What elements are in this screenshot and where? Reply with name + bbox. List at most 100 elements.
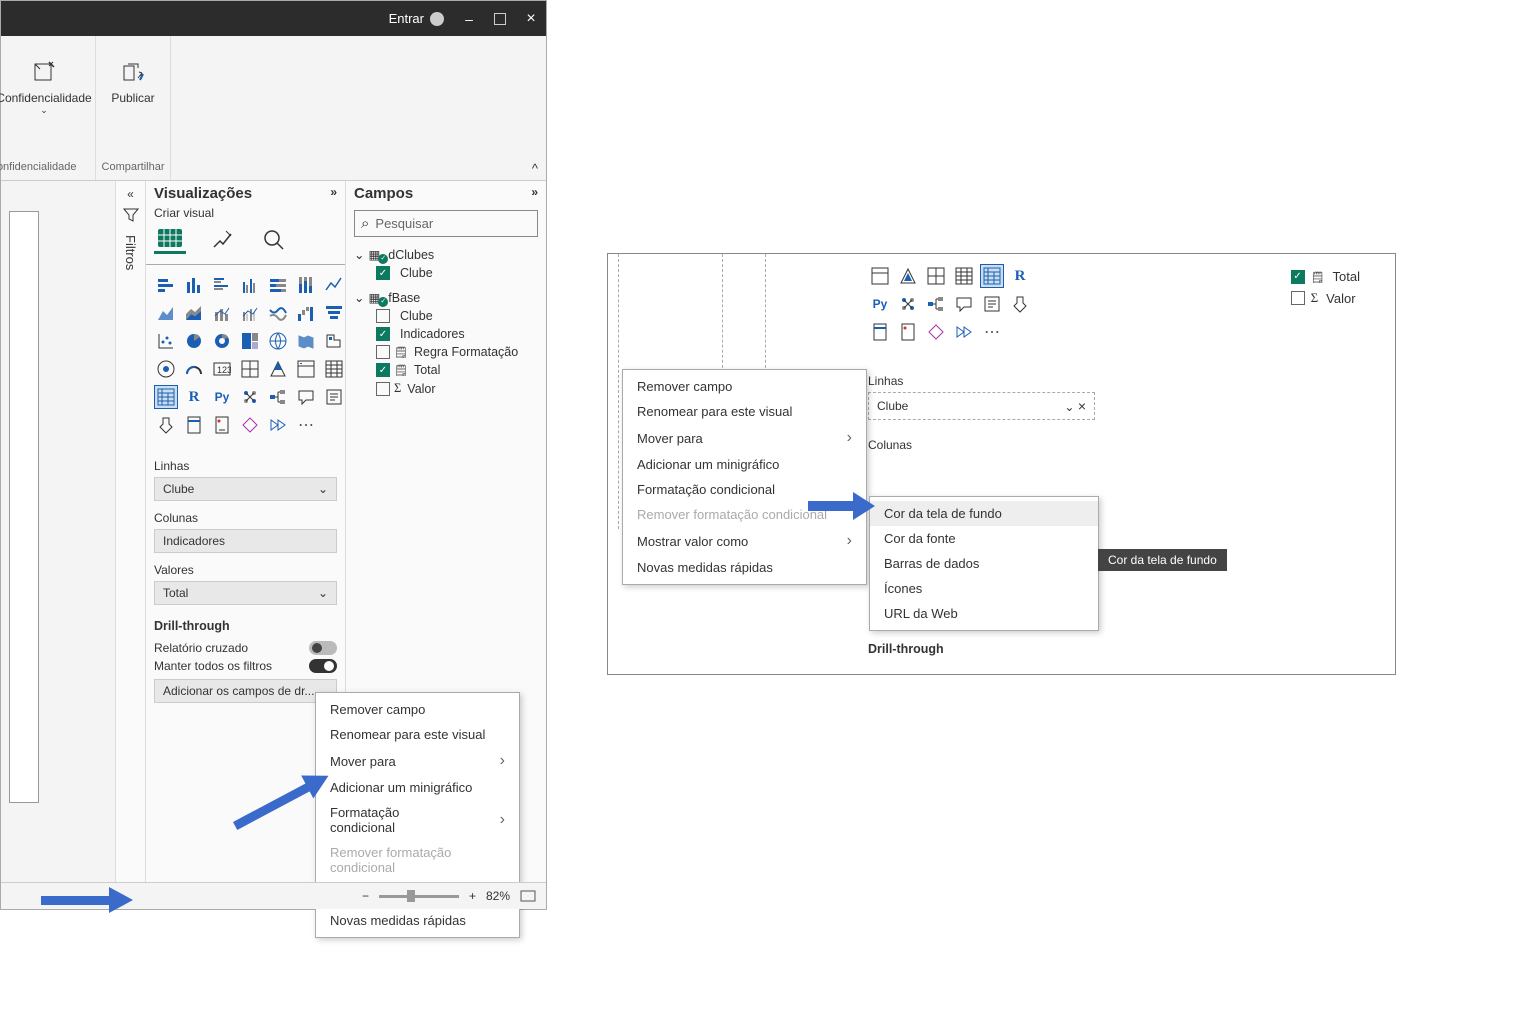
viz-automate[interactable] (952, 320, 976, 344)
ctx-mover[interactable]: Mover para (316, 747, 519, 775)
viz-treemap[interactable] (238, 329, 262, 353)
ctx-minigraf[interactable]: Adicionar um minigráfico (623, 452, 866, 477)
viz-card[interactable]: 123 (210, 357, 234, 381)
ctx-formcond[interactable]: Formatação condicional (623, 477, 866, 502)
viz-area[interactable] (154, 301, 178, 325)
ctx-cor-fonte[interactable]: Cor da fonte (870, 526, 1098, 551)
valores-well[interactable]: Total ⌄ (154, 581, 337, 605)
report-cross-toggle[interactable] (309, 641, 337, 655)
viz-scatter[interactable] (154, 329, 178, 353)
linhas-well[interactable]: Clube ⌄ × (868, 392, 1095, 420)
viz-stacked-bar[interactable] (154, 273, 178, 297)
viz-powerapps[interactable] (924, 320, 948, 344)
viz-line-stacked[interactable] (210, 301, 234, 325)
viz-paginated[interactable] (868, 320, 892, 344)
chevron-right-icon[interactable]: » (531, 185, 538, 202)
viz-slicer[interactable] (868, 264, 892, 288)
field-regra[interactable]: Regra Formatação (354, 343, 538, 361)
checkbox-icon[interactable] (376, 363, 390, 377)
minimize-button[interactable]: – (462, 11, 476, 27)
ctx-barras[interactable]: Barras de dados (870, 551, 1098, 576)
filters-pane-collapsed[interactable]: « Filtros (116, 181, 146, 882)
field-indicadores[interactable]: Indicadores (354, 325, 538, 343)
viz-donut[interactable] (210, 329, 234, 353)
ctx-cor-fundo[interactable]: Cor da tela de fundo (870, 501, 1098, 526)
viz-kpi[interactable] (266, 357, 290, 381)
checkbox-icon[interactable] (376, 266, 390, 280)
tree-fbase[interactable]: ⌄ fBase (354, 288, 538, 307)
viz-r-script[interactable]: R (1008, 264, 1032, 288)
field-total[interactable]: Total (1291, 266, 1360, 287)
viz-python[interactable]: Py (210, 385, 234, 409)
colunas-well[interactable]: Indicadores (154, 529, 337, 553)
viz-funnel[interactable] (322, 301, 346, 325)
viz-powerapps[interactable] (238, 413, 262, 437)
checkbox-icon[interactable] (376, 309, 390, 323)
ctx-icones[interactable]: Ícones (870, 576, 1098, 601)
viz-clustered-column[interactable] (238, 273, 262, 297)
linhas-well[interactable]: Clube ⌄ (154, 477, 337, 501)
viz-100-bar[interactable] (266, 273, 290, 297)
fit-to-page-button[interactable] (520, 890, 536, 902)
signin-button[interactable]: Entrar (389, 11, 444, 26)
viz-arcgis[interactable] (210, 413, 234, 437)
viz-multi-card[interactable] (924, 264, 948, 288)
chevron-right-icon[interactable]: » (330, 185, 337, 202)
field-clube2[interactable]: Clube (354, 307, 538, 325)
ctx-remover[interactable]: Remover campo (316, 697, 519, 722)
zoom-out-button[interactable]: − (362, 889, 369, 903)
viz-more[interactable]: ⋯ (294, 413, 318, 437)
field-valor[interactable]: Valor (1291, 287, 1360, 309)
viz-line[interactable] (322, 273, 346, 297)
ctx-novas[interactable]: Novas medidas rápidas (316, 908, 519, 933)
viz-slicer[interactable] (294, 357, 318, 381)
remove-x-icon[interactable]: × (1078, 398, 1086, 414)
viz-ribbon[interactable] (266, 301, 290, 325)
viz-python[interactable]: Py (868, 292, 892, 316)
viz-r-script[interactable]: R (182, 385, 206, 409)
viz-pie[interactable] (182, 329, 206, 353)
chevron-down-icon[interactable]: ⌄ (318, 586, 328, 600)
field-total[interactable]: Total (354, 361, 538, 379)
viz-clustered-bar[interactable] (210, 273, 234, 297)
checkbox-icon[interactable] (376, 382, 390, 396)
checkbox-icon[interactable] (376, 345, 390, 359)
viz-goals[interactable] (1008, 292, 1032, 316)
tab-build[interactable] (154, 226, 186, 254)
viz-stacked-column[interactable] (182, 273, 206, 297)
viz-map[interactable] (266, 329, 290, 353)
viz-filled-map[interactable] (294, 329, 318, 353)
ctx-remover[interactable]: Remover campo (623, 374, 866, 399)
viz-goals[interactable] (154, 413, 178, 437)
viz-matrix[interactable] (980, 264, 1004, 288)
viz-qa[interactable] (294, 385, 318, 409)
viz-narrative[interactable] (980, 292, 1004, 316)
viz-arcgis[interactable] (896, 320, 920, 344)
viz-decomposition[interactable] (266, 385, 290, 409)
viz-qa[interactable] (952, 292, 976, 316)
viz-line-clustered[interactable] (238, 301, 262, 325)
tab-analytics[interactable] (258, 226, 290, 254)
viz-multi-card[interactable] (238, 357, 262, 381)
chevron-down-icon[interactable]: ⌄ (318, 482, 328, 496)
ctx-renomear[interactable]: Renomear para este visual (623, 399, 866, 424)
checkbox-icon[interactable] (1291, 291, 1305, 305)
viz-stacked-area[interactable] (182, 301, 206, 325)
viz-matrix[interactable] (154, 385, 178, 409)
viz-shape-map[interactable] (322, 329, 346, 353)
confidentiality-button[interactable]: Confidencialidade ⌄ (0, 56, 92, 116)
viz-narrative[interactable] (322, 385, 346, 409)
tree-dclubes[interactable]: ⌄ dClubes (354, 245, 538, 264)
ctx-minigraf[interactable]: Adicionar um minigráfico (316, 775, 519, 800)
tab-format[interactable] (206, 226, 238, 254)
viz-kpi[interactable] (896, 264, 920, 288)
close-button[interactable]: × (524, 10, 538, 28)
keep-filters-toggle[interactable] (309, 659, 337, 673)
zoom-in-button[interactable]: + (469, 889, 476, 903)
viz-key-influencers[interactable] (896, 292, 920, 316)
viz-100-column[interactable] (294, 273, 318, 297)
publish-button[interactable]: Publicar (111, 56, 154, 105)
ctx-formcond[interactable]: Formatação condicional (316, 800, 519, 840)
drill-add-fields[interactable]: Adicionar os campos de dr... (154, 679, 337, 703)
viz-more[interactable]: ⋯ (980, 320, 1004, 344)
